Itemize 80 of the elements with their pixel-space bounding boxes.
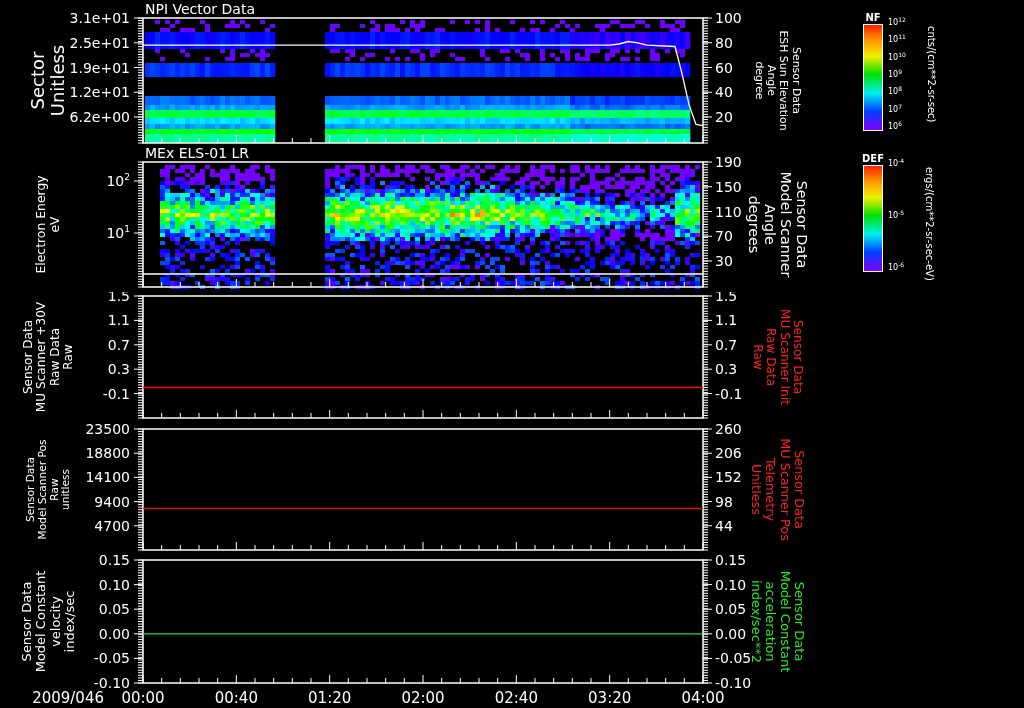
tick-label: 98: [715, 493, 733, 510]
scale-tick-label: 10$^{-4}$: [888, 159, 905, 168]
scale-tick-label: 10$^{-5}$: [888, 211, 905, 220]
tick-label: 0.05: [715, 601, 747, 618]
tick-label: 20: [715, 109, 733, 125]
scale-tick-label: 10$^{8}$: [888, 87, 903, 97]
scale-units: ergs/(cm**2-sr-sec-eV): [923, 167, 937, 280]
tick-label: 260: [715, 424, 742, 437]
tick-label: 0.7: [107, 336, 130, 353]
scale-tick-label: 10$^{12}$: [888, 18, 906, 27]
tick-label: 0.05: [98, 601, 130, 618]
time-label: 04:00: [681, 689, 725, 707]
time-label: 02:40: [494, 689, 538, 707]
scale-tick-label: 10$^{6}$: [888, 121, 903, 131]
time-label: 03:20: [588, 689, 632, 707]
axis-label: Sensor Data MU Scanner Init Raw Data Raw: [750, 309, 806, 405]
time-label: 02:00: [401, 689, 445, 707]
scale-tick-label: 10$^{10}$: [888, 52, 906, 62]
tick-label: 9400: [94, 493, 130, 510]
tick-label: 206: [715, 445, 742, 462]
tick-label: 1.1: [715, 312, 738, 329]
axis-label: Sensor Data Model Scanner Angle degrees: [746, 171, 810, 278]
tick-label: 0.10: [715, 576, 747, 593]
tick-label: 6.2e+00: [69, 109, 130, 125]
tick-label: 0.00: [715, 625, 747, 642]
time-label: 00:40: [214, 689, 258, 707]
tick-label: 190: [715, 154, 742, 170]
axis-label: Sector Unitless: [27, 44, 69, 117]
tick-label: 80: [715, 34, 733, 51]
axis-label: Sensor Data ESH Sun Elevation Angle degree: [752, 30, 803, 131]
axis-label: Sensor Data Model Scanner Pos Raw unitless: [23, 439, 72, 540]
tick-label: -0.05: [93, 650, 130, 667]
scale-tick-label: 10$^{7}$: [888, 104, 903, 114]
tick-label: 0.15: [98, 555, 130, 568]
tick-label: 44: [715, 517, 733, 534]
tick-label: 152: [715, 469, 742, 486]
tick-label: 40: [715, 84, 733, 101]
tick-label: 0.15: [715, 555, 747, 568]
tick-label: 1.2e+01: [69, 84, 130, 101]
axis-label: Sensor Data MU Scanner +30V Raw Data Raw: [20, 301, 76, 413]
scale-tick-label: 10$^{-6}$: [888, 263, 905, 272]
tick-label: 0.10: [98, 576, 130, 593]
tick-label: 10$^{2}$: [106, 172, 130, 189]
tick-label: 70: [715, 228, 733, 245]
tick-label: -0.05: [715, 650, 752, 667]
tick-label: -0.10: [715, 675, 752, 691]
tick-label: -0.1: [715, 385, 743, 402]
axis-label: Electron Energy eV: [33, 175, 63, 274]
tick-label: 10$^{1}$: [106, 224, 130, 241]
axis-label: Sensor Data MU Scanner Pos Telemetry Unitless: [748, 438, 808, 541]
tick-label: 60: [715, 59, 733, 76]
scale-title: NF: [865, 12, 881, 24]
tick-label: 1.9e+01: [69, 59, 130, 76]
tick-label: 2.5e+01: [69, 34, 130, 51]
tick-label: 100: [715, 10, 742, 26]
tick-label: 0.7: [715, 336, 738, 353]
tick-label: 23500: [85, 424, 130, 437]
tick-label: 150: [715, 178, 742, 195]
plot-title: NPI Vector Data: [145, 1, 255, 17]
time-label: 00:00: [121, 689, 165, 707]
plot-title: MEx ELS-01 LR: [145, 145, 250, 161]
tick-label: 14100: [85, 469, 130, 486]
scale-tick-label: 10$^{11}$: [888, 35, 906, 45]
tick-label: -0.1: [102, 385, 130, 402]
axis-label: Sensor Data Model Constant velocity index/sec: [18, 570, 78, 673]
tick-label: 1.1: [107, 312, 130, 329]
scale-tick-label: 10$^{9}$: [888, 70, 903, 79]
time-label: 01:20: [308, 689, 352, 707]
tick-label: 110: [715, 203, 742, 220]
scale-units: cnts/(cm**2-sr-sec): [924, 26, 938, 125]
tick-label: 3.1e+01: [69, 10, 130, 26]
tick-label: 0.00: [98, 625, 130, 642]
scale-title: DEF: [862, 153, 884, 165]
tick-label: 30: [715, 253, 733, 269]
date-label: 2009/046: [32, 689, 104, 707]
tick-label: 4700: [94, 517, 130, 534]
tick-label: 18800: [85, 445, 130, 462]
tick-label: -0.10: [93, 675, 130, 691]
tick-label: 0.3: [715, 361, 738, 378]
tick-label: 0.3: [107, 361, 130, 378]
